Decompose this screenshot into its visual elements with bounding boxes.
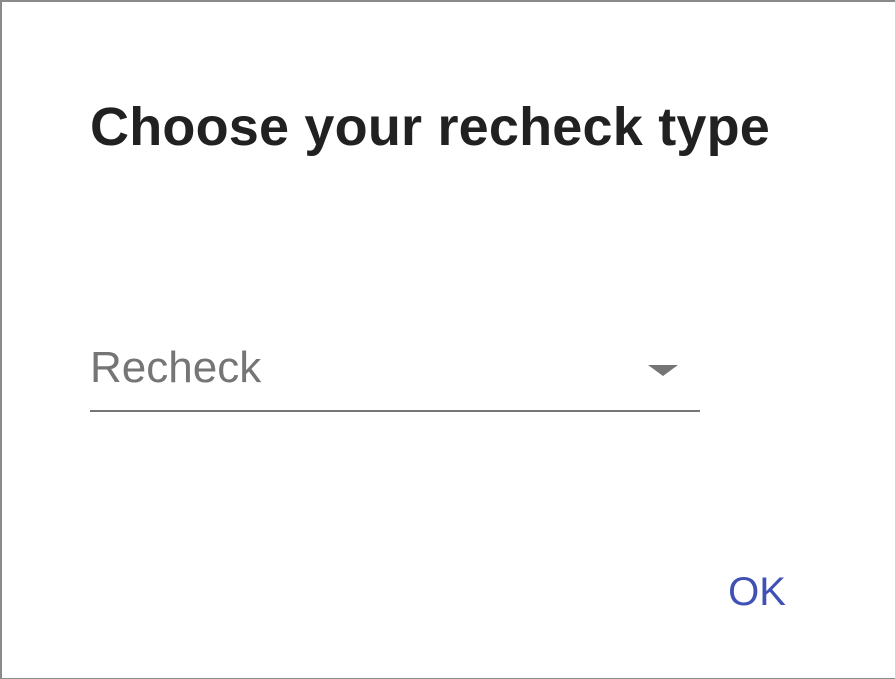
select-value: Recheck <box>90 343 262 392</box>
ok-button[interactable]: OK <box>712 562 802 622</box>
recheck-type-dialog: Choose your recheck type Recheck OK <box>0 0 895 679</box>
dropdown-arrow-icon[interactable] <box>648 365 678 376</box>
recheck-type-select[interactable]: Recheck <box>90 332 700 412</box>
dialog-title: Choose your recheck type <box>90 97 771 157</box>
